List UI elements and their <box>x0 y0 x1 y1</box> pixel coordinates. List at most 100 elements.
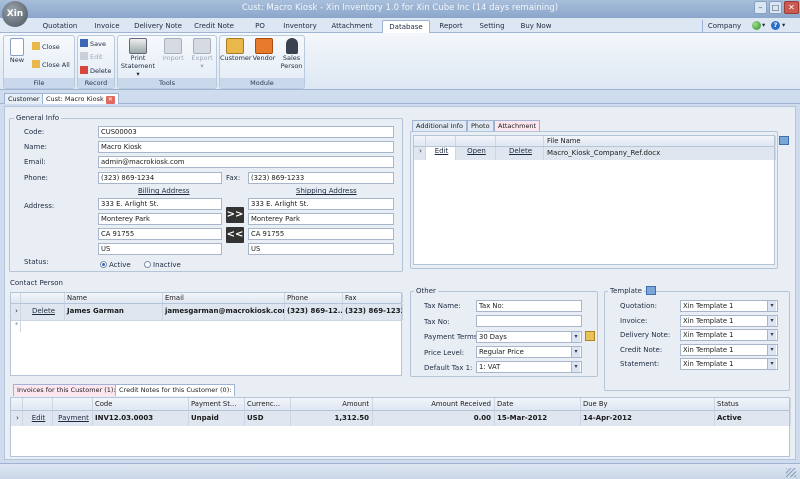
edit-button[interactable]: Edit <box>80 52 103 61</box>
help-icon[interactable]: ? <box>771 21 780 30</box>
doc-tab-customer[interactable]: Customer <box>4 93 44 104</box>
shipping-line-2[interactable]: Monterey Park <box>248 213 394 225</box>
contact-row[interactable]: › Delete James Garman jamesgarman@macrok… <box>11 304 403 320</box>
invoice-received-header[interactable]: Amount Received <box>373 398 495 410</box>
attachment-open-link[interactable]: Open <box>456 147 496 160</box>
inactive-radio[interactable]: Inactive <box>144 261 181 269</box>
tax-no-field[interactable] <box>476 315 582 327</box>
shipping-line-1[interactable]: 333 E. Arlight St. <box>248 198 394 210</box>
vendor-module-button[interactable]: Vendor <box>251 38 277 62</box>
record-group: Record Save Edit Delete <box>77 35 115 89</box>
invoice-payment-status-header[interactable]: Payment St... <box>189 398 245 410</box>
invoice-currency-header[interactable]: Currenc... <box>245 398 291 410</box>
add-attachment-icon[interactable] <box>779 136 789 145</box>
tab-credit-notes-for-customer[interactable]: Credit Notes for this Customer (0): <box>115 384 236 396</box>
invoice-code-header[interactable]: Code <box>93 398 189 410</box>
app-logo[interactable]: Xin <box>2 1 28 27</box>
billing-line-1[interactable]: 333 E. Arlight St. <box>98 198 222 210</box>
close-button[interactable]: Close <box>32 42 60 51</box>
chevron-down-icon[interactable]: ▾ <box>782 21 785 29</box>
globe-icon[interactable] <box>752 21 761 30</box>
file-name-header[interactable]: File Name <box>544 136 776 146</box>
company-menu[interactable]: Company <box>702 20 746 33</box>
billing-line-3[interactable]: CA 91755 <box>98 228 222 240</box>
invoice-edit-link[interactable]: Edit <box>23 411 53 426</box>
active-radio[interactable]: Active <box>100 261 131 269</box>
email-field[interactable]: admin@macrokiosk.com <box>98 156 394 168</box>
invoice-amount-header[interactable]: Amount <box>291 398 373 410</box>
tab-credit-note[interactable]: Credit Note <box>186 20 242 33</box>
invoice-template-select[interactable]: Xin Template 1 <box>680 315 778 327</box>
shipping-address-link[interactable]: Shipping Address <box>296 187 357 195</box>
save-button[interactable]: Save <box>80 39 106 48</box>
invoice-status-header[interactable]: Status <box>715 398 791 410</box>
tab-buy-now[interactable]: Buy Now <box>514 20 558 33</box>
tab-invoice[interactable]: Invoice <box>84 20 130 33</box>
resize-grip-icon[interactable] <box>786 468 796 477</box>
quotation-template-label: Quotation: <box>620 302 658 310</box>
invoice-row[interactable]: › Edit Payment INV12.03.0003 Unpaid USD … <box>11 411 791 426</box>
attachment-delete-link[interactable]: Delete <box>496 147 544 160</box>
close-window-button[interactable]: ✕ <box>784 1 799 14</box>
copy-to-shipping-button[interactable]: >> <box>226 207 244 223</box>
close-all-button[interactable]: Close All <box>32 60 70 69</box>
tab-database[interactable]: Database <box>382 20 430 33</box>
tools-group-label: Tools <box>118 78 216 88</box>
attachment-row[interactable]: › Edit Open Delete Macro_Kiosk_Company_R… <box>414 147 776 160</box>
contact-fax-header[interactable]: Fax <box>343 293 403 303</box>
payment-terms-edit-icon[interactable] <box>585 331 595 341</box>
billing-line-4[interactable]: US <box>98 243 222 255</box>
fax-field[interactable]: (323) 869-1233 <box>248 172 394 184</box>
close-tab-icon[interactable]: ✕ <box>105 96 115 104</box>
credit-template-select[interactable]: Xin Template 1 <box>680 344 778 356</box>
invoice-due-header[interactable]: Due By <box>581 398 715 410</box>
billing-line-2[interactable]: Monterey Park <box>98 213 222 225</box>
maximize-button[interactable]: □ <box>769 1 782 14</box>
print-statement-button[interactable]: Print Statement ▾ <box>119 38 157 78</box>
contact-delete-link[interactable]: Delete <box>21 304 65 320</box>
tab-delivery-note[interactable]: Delivery Note <box>132 20 184 33</box>
default-tax-select[interactable]: 1: VAT <box>476 361 582 373</box>
payment-terms-select[interactable]: 30 Days <box>476 331 582 343</box>
tab-invoices-for-customer[interactable]: Invoices for this Customer (1): <box>13 384 120 396</box>
sales-person-module-button[interactable]: Sales Person <box>278 38 305 70</box>
tab-report[interactable]: Report <box>432 20 470 33</box>
chevron-down-icon[interactable]: ▾ <box>762 21 765 29</box>
minimize-button[interactable]: – <box>754 1 767 14</box>
delete-button[interactable]: Delete <box>80 66 111 75</box>
import-button[interactable]: Import <box>160 38 186 62</box>
customer-module-button[interactable]: Customer <box>220 38 252 62</box>
contact-phone-header[interactable]: Phone <box>285 293 343 303</box>
template-settings-icon[interactable] <box>646 286 656 295</box>
code-field[interactable]: CUS00003 <box>98 126 394 138</box>
invoice-payment-link[interactable]: Payment <box>53 411 93 426</box>
invoice-date-header[interactable]: Date <box>495 398 581 410</box>
new-button[interactable]: New <box>6 38 28 64</box>
shipping-line-3[interactable]: CA 91755 <box>248 228 394 240</box>
export-button[interactable]: Export ▾ <box>188 38 216 70</box>
contact-new-row[interactable]: * <box>11 320 401 332</box>
contact-email-header[interactable]: Email <box>163 293 285 303</box>
tab-po[interactable]: PO <box>244 20 276 33</box>
delivery-template-select[interactable]: Xin Template 1 <box>680 329 778 341</box>
header-blank <box>53 398 93 410</box>
statement-template-select[interactable]: Xin Template 1 <box>680 358 778 370</box>
header-gutter <box>11 398 23 410</box>
tab-quotation[interactable]: Quotation <box>38 20 82 33</box>
tab-inventory[interactable]: Inventory <box>278 20 322 33</box>
billing-address-link[interactable]: Billing Address <box>138 187 190 195</box>
tax-name-field[interactable]: Tax No: <box>476 300 582 312</box>
doc-tab-cust-macro-kiosk[interactable]: Cust: Macro Kiosk ✕ <box>42 93 119 104</box>
price-level-select[interactable]: Regular Price <box>476 346 582 358</box>
tab-setting[interactable]: Setting <box>472 20 512 33</box>
new-row-icon: * <box>11 321 21 332</box>
copy-to-billing-button[interactable]: << <box>226 227 244 243</box>
name-field[interactable]: Macro Kiosk <box>98 141 394 153</box>
attachment-edit-link[interactable]: Edit <box>426 147 456 160</box>
invoice-code: INV12.03.0003 <box>93 411 189 426</box>
phone-field[interactable]: (323) 869-1234 <box>98 172 222 184</box>
tab-attachment[interactable]: Attachment <box>324 20 380 33</box>
shipping-line-4[interactable]: US <box>248 243 394 255</box>
contact-name-header[interactable]: Name <box>65 293 163 303</box>
quotation-template-select[interactable]: Xin Template 1 <box>680 300 778 312</box>
